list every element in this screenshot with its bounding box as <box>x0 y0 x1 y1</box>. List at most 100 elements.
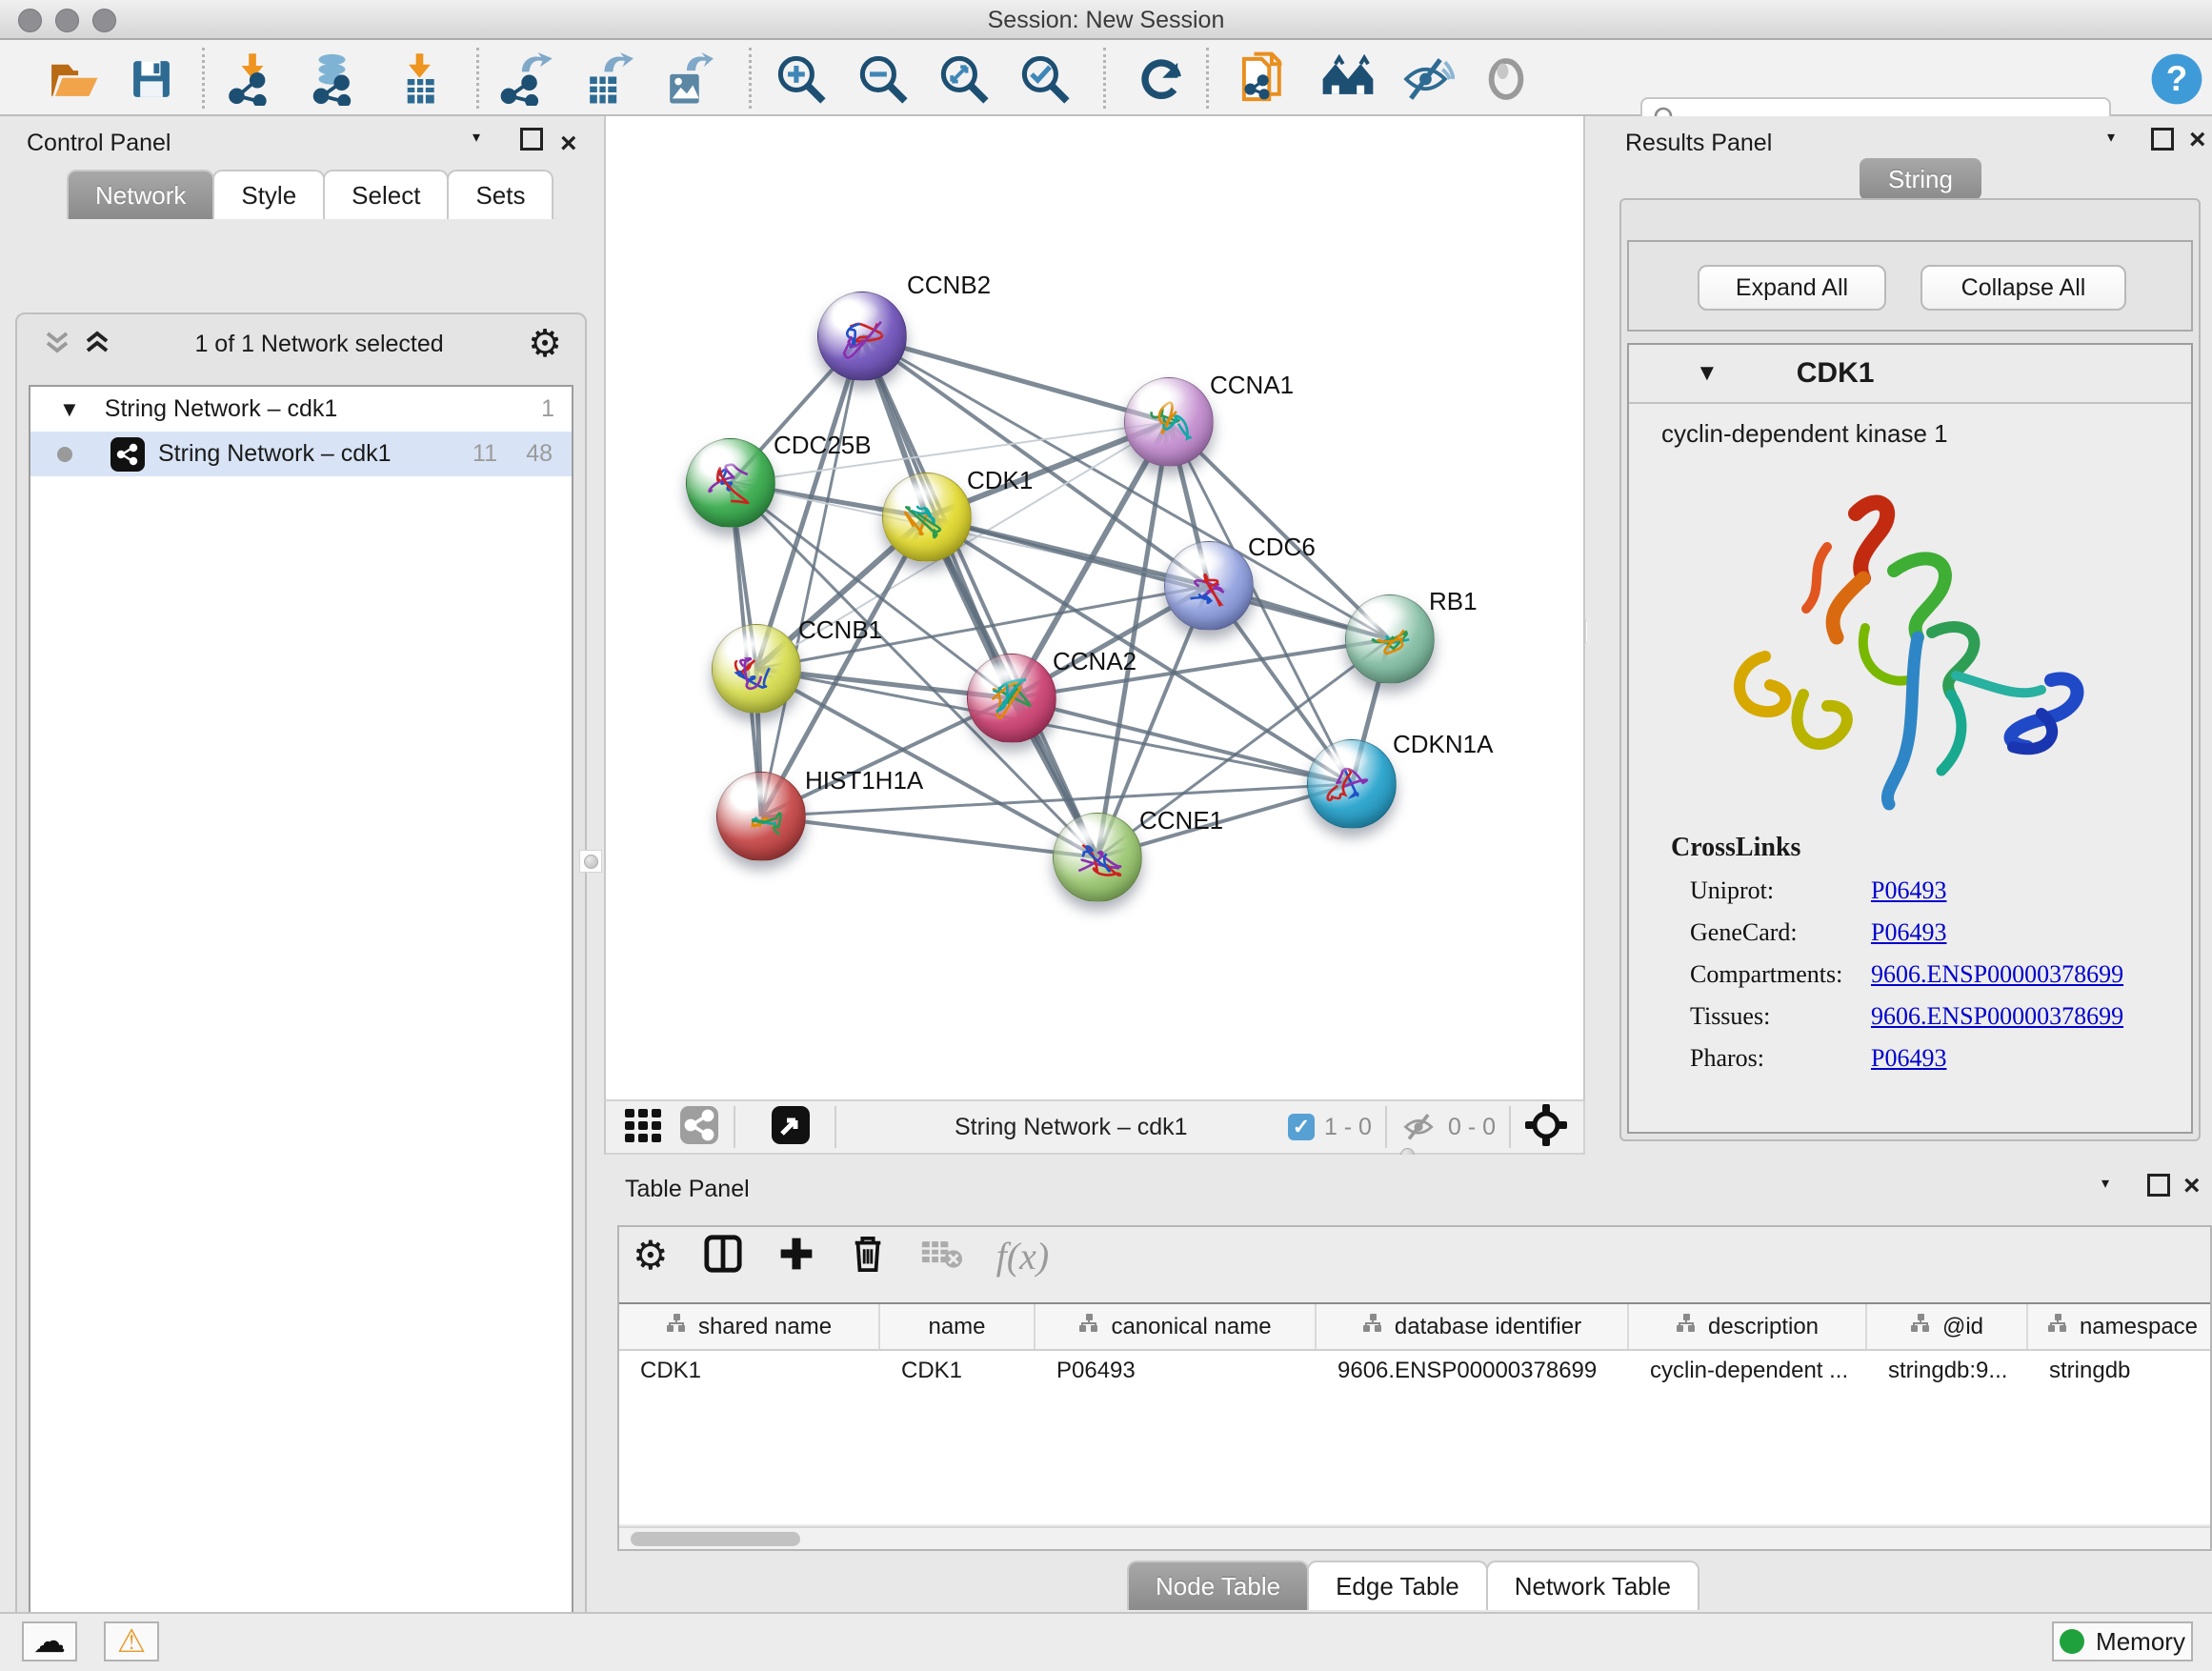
grid-view-icon[interactable] <box>623 1105 663 1150</box>
gene-collapse-icon[interactable]: ▼ <box>1696 360 1719 387</box>
crosslink-link[interactable]: P06493 <box>1871 918 1946 947</box>
column-header-shared-name[interactable]: shared name <box>619 1304 880 1349</box>
column-header-namespace[interactable]: namespace <box>2028 1304 2210 1349</box>
crosslink-link[interactable]: 9606.ENSP00000378699 <box>1871 1002 2123 1031</box>
help-icon[interactable]: ? <box>2149 51 2204 107</box>
toolbar-separator <box>1206 48 1209 109</box>
table-horizontal-scrollbar[interactable] <box>619 1526 2210 1549</box>
left-splitter-handle[interactable] <box>579 850 602 873</box>
column-header-description[interactable]: description <box>1629 1304 1867 1349</box>
node-position-icon[interactable] <box>1524 1103 1568 1152</box>
control-panel-maximize-icon[interactable] <box>520 128 543 151</box>
network-row-selected[interactable]: String Network – cdk1 11 48 <box>30 432 572 476</box>
network-share-view-icon[interactable] <box>678 1104 720 1151</box>
table-cell: CDK1 <box>880 1351 1036 1391</box>
scrollbar-thumb[interactable] <box>631 1532 800 1546</box>
table-panel-float-icon[interactable]: ▾ <box>2101 1174 2109 1193</box>
network-node-rb1[interactable] <box>1345 594 1435 684</box>
memory-button[interactable]: Memory <box>2052 1621 2193 1661</box>
column-header--id[interactable]: @id <box>1867 1304 2028 1349</box>
control-panel-close-icon[interactable]: × <box>560 128 577 160</box>
refresh-icon[interactable] <box>1134 51 1189 107</box>
hidden-eye-icon[interactable] <box>1400 1106 1438 1149</box>
network-node-hist1h1a[interactable] <box>716 772 806 861</box>
tab-network-table[interactable]: Network Table <box>1486 1560 1699 1610</box>
save-session-icon[interactable] <box>124 51 179 107</box>
table-panel-close-icon[interactable]: × <box>2183 1170 2201 1202</box>
node-label-cdkn1a: CDKN1A <box>1393 730 1493 759</box>
expand-all-networks-icon[interactable] <box>84 328 111 361</box>
network-type-icon <box>111 437 145 472</box>
network-view-canvas[interactable]: CCNB2CCNA1CDC25BCDK1CDC6RB1CCNB1CCNA2CDK… <box>604 116 1585 1099</box>
tab-network[interactable]: Network <box>67 170 214 219</box>
control-panel-float-icon[interactable]: ▾ <box>473 128 480 147</box>
open-session-icon[interactable] <box>46 51 101 107</box>
column-header-database-identifier[interactable]: database identifier <box>1317 1304 1629 1349</box>
collapse-all-networks-icon[interactable] <box>44 328 70 361</box>
network-node-cdc25b[interactable] <box>686 438 775 528</box>
hierarchy-icon <box>666 1313 687 1340</box>
node-label-cdk1: CDK1 <box>967 466 1033 495</box>
gene-section-header[interactable]: ▼ CDK1 <box>1629 345 2191 404</box>
crosslink-link[interactable]: P06493 <box>1871 876 1946 905</box>
network-node-ccna2[interactable] <box>967 654 1056 743</box>
add-column-icon[interactable] <box>777 1235 815 1278</box>
crosslink-link[interactable]: 9606.ENSP00000378699 <box>1871 960 2123 989</box>
table-options-gear-icon[interactable]: ⚙ <box>633 1236 669 1276</box>
crosslink-row: Tissues:9606.ENSP00000378699 <box>1690 1002 2191 1031</box>
import-network-icon[interactable] <box>225 51 280 107</box>
delete-column-icon[interactable] <box>850 1234 886 1278</box>
first-neighbors-icon[interactable] <box>1320 51 1376 107</box>
cloud-status-button[interactable]: ☁ <box>22 1621 77 1661</box>
network-collection-row[interactable]: ▼ String Network – cdk1 1 <box>30 387 572 432</box>
warnings-button[interactable]: ⚠ <box>104 1621 159 1661</box>
network-node-cdk1[interactable] <box>882 473 972 562</box>
export-image-icon[interactable] <box>659 51 714 107</box>
export-network-icon[interactable] <box>499 51 554 107</box>
tab-sets[interactable]: Sets <box>447 170 553 219</box>
results-panel: Results Panel ▾ × String Expand All Coll… <box>1587 116 2212 1155</box>
zoom-fit-icon[interactable] <box>936 51 992 107</box>
column-header-name[interactable]: name <box>880 1304 1036 1349</box>
expand-all-button[interactable]: Expand All <box>1698 265 1886 311</box>
import-table-icon[interactable] <box>394 51 450 107</box>
crosslink-row: GeneCard:P06493 <box>1690 918 2191 947</box>
gene-section: ▼ CDK1 cyclin-dependent kinase 1 <box>1627 343 2193 1134</box>
network-options-gear-icon[interactable]: ⚙ <box>528 325 562 363</box>
results-panel-close-icon[interactable]: × <box>2189 124 2206 156</box>
table-row[interactable]: CDK1CDK1P064939606.ENSP00000378699cyclin… <box>619 1351 2210 1391</box>
zoom-selected-icon[interactable] <box>1017 51 1073 107</box>
network-node-ccne1[interactable] <box>1053 813 1142 902</box>
tab-node-table[interactable]: Node Table <box>1127 1560 1309 1610</box>
network-node-ccna1[interactable] <box>1124 377 1214 467</box>
network-view-title: String Network – cdk1 <box>955 1114 1188 1141</box>
network-node-cdc6[interactable] <box>1164 541 1254 631</box>
new-network-from-file-icon[interactable] <box>1237 51 1292 107</box>
network-node-ccnb2[interactable] <box>817 292 907 381</box>
tab-string[interactable]: String <box>1860 158 1981 200</box>
show-all-icon[interactable] <box>1478 51 1534 107</box>
results-panel-float-icon[interactable]: ▾ <box>2107 128 2115 147</box>
zoom-out-icon[interactable] <box>855 51 911 107</box>
birds-eye-view-icon[interactable] <box>770 1104 812 1151</box>
tab-style[interactable]: Style <box>212 170 325 219</box>
crosslink-link[interactable]: P06493 <box>1871 1044 1946 1073</box>
node-label-ccna1: CCNA1 <box>1210 371 1294 400</box>
collection-expand-icon[interactable]: ▼ <box>59 397 80 422</box>
results-panel-maximize-icon[interactable] <box>2151 128 2174 151</box>
export-table-icon[interactable] <box>579 51 634 107</box>
table-panel-maximize-icon[interactable] <box>2147 1174 2170 1197</box>
network-node-cdkn1a[interactable] <box>1307 739 1397 829</box>
column-header-canonical-name[interactable]: canonical name <box>1036 1304 1317 1349</box>
import-network-from-database-icon[interactable] <box>307 51 362 107</box>
hide-selected-icon[interactable] <box>1400 51 1456 107</box>
zoom-in-icon[interactable] <box>774 51 829 107</box>
tab-select[interactable]: Select <box>323 170 449 219</box>
protein-ribbon-thumbnail <box>883 473 973 563</box>
tab-edge-table[interactable]: Edge Table <box>1307 1560 1488 1610</box>
show-columns-icon[interactable] <box>703 1234 743 1278</box>
network-node-ccnb1[interactable] <box>712 624 801 714</box>
collection-count: 1 <box>541 395 554 423</box>
selected-checkbox-icon[interactable]: ✓ <box>1288 1114 1315 1140</box>
collapse-all-button[interactable]: Collapse All <box>1920 265 2126 311</box>
